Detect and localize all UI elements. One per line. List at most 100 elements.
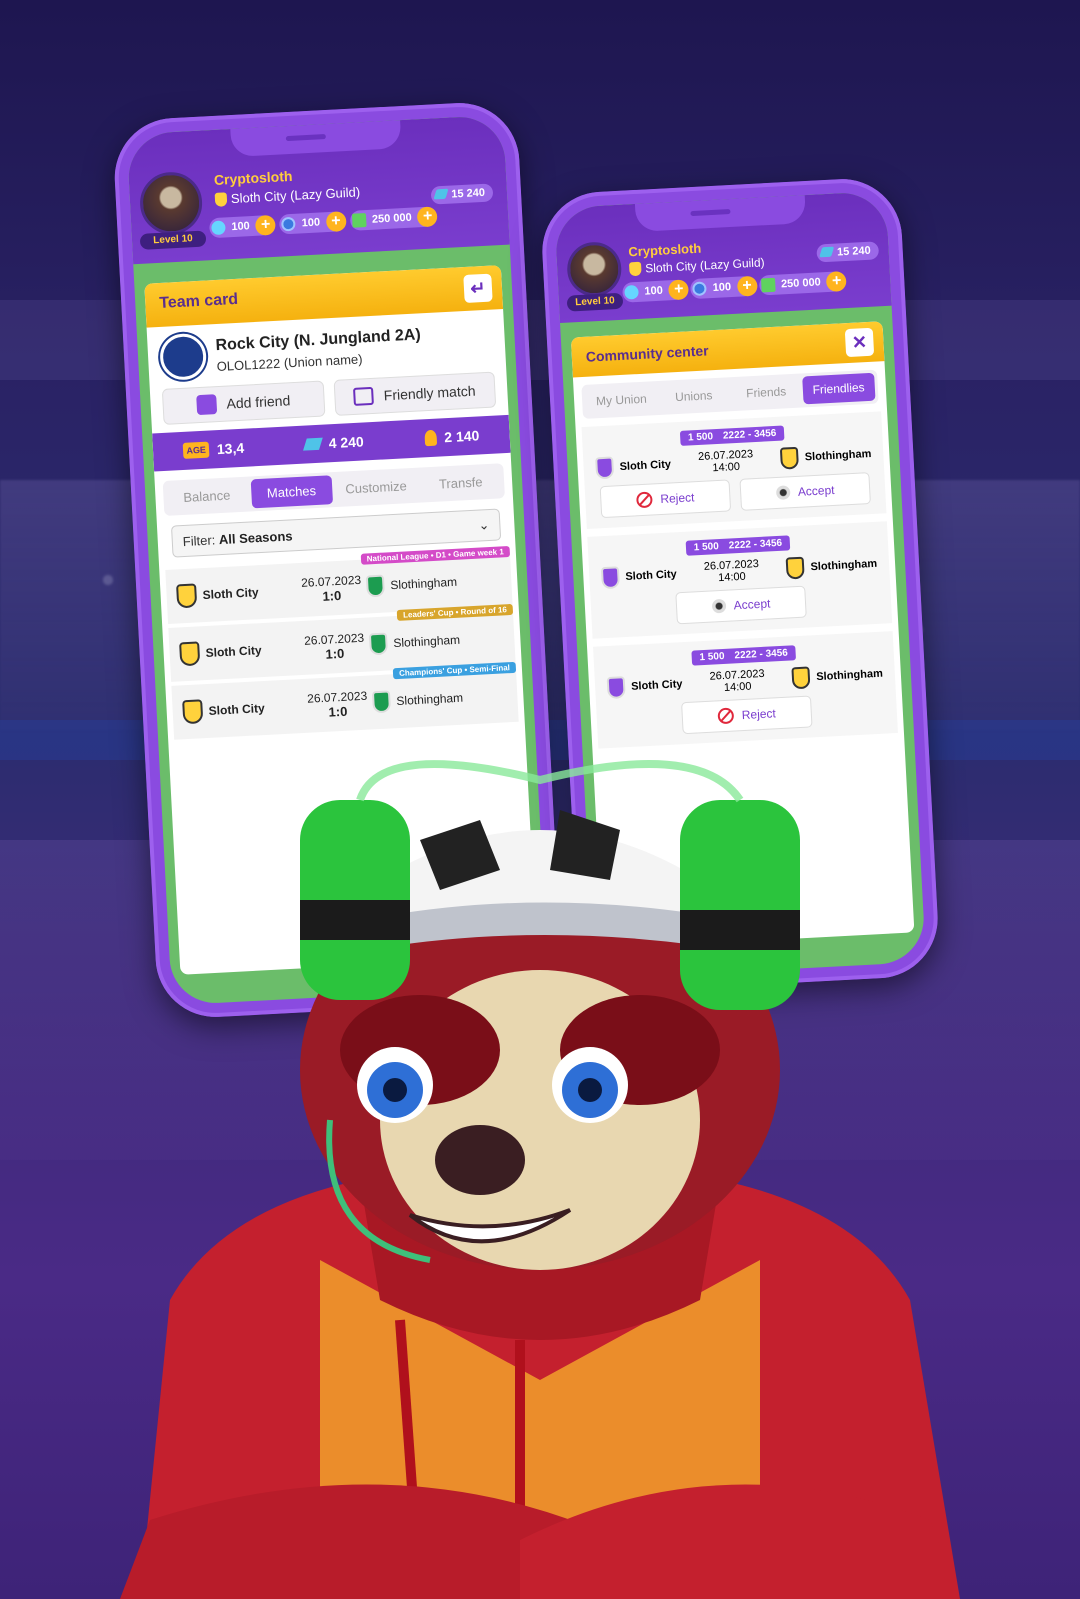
- gems-value: 100: [644, 284, 664, 298]
- home-team: Sloth City: [182, 694, 303, 725]
- competition-tag: National League • D1 • Game week 1: [360, 545, 511, 565]
- home-name: Sloth City: [619, 458, 672, 474]
- rating-range: 2222 - 3456: [728, 537, 783, 552]
- stat-age: AGE 13,4: [183, 440, 245, 459]
- guild-name: Sloth City (Lazy Guild): [214, 184, 361, 207]
- add-friend-label: Add friend: [226, 392, 291, 412]
- coins-value: 100: [712, 281, 732, 295]
- panel-title-bar: Community center ✕: [570, 321, 885, 378]
- team-badge-icon: [786, 556, 806, 580]
- avatar[interactable]: [138, 170, 204, 236]
- tab-friendlies[interactable]: Friendlies: [801, 372, 876, 405]
- tab-friends[interactable]: Friends: [729, 376, 803, 408]
- ticket-icon: [819, 246, 835, 258]
- add-cash-button[interactable]: +: [417, 206, 439, 228]
- sloth-mascot-illustration: [120, 760, 960, 1599]
- guild-label: Sloth City (Lazy Guild): [230, 184, 361, 207]
- tab-transfers[interactable]: Transfe: [420, 466, 502, 499]
- away-name: Slothingham: [815, 667, 884, 684]
- avatar[interactable]: [565, 240, 623, 298]
- friendly-match-label: Friendly match: [383, 382, 476, 404]
- currency-bar: 100 + 100 + 250 000 +: [208, 206, 439, 239]
- team-badge-icon: [780, 446, 800, 470]
- home-team: Sloth City: [179, 636, 300, 667]
- cash-icon: [760, 277, 776, 293]
- add-gems-button[interactable]: +: [668, 279, 690, 301]
- tab-matches[interactable]: Matches: [250, 475, 333, 509]
- cash-value: 250 000: [780, 276, 822, 291]
- away-team: Slothingham: [371, 687, 464, 714]
- home-team: Sloth City: [595, 453, 672, 480]
- boost-value: 15 240: [451, 186, 486, 201]
- friendly-invite: 1 500 2222 - 3456 Sloth City 26.07.2023 14…: [587, 521, 893, 639]
- friendly-match-button[interactable]: Friendly match: [333, 371, 497, 416]
- age-icon: AGE: [183, 441, 210, 459]
- ticket-icon: [302, 437, 323, 451]
- medal-icon: [423, 429, 437, 447]
- back-button[interactable]: ↵: [463, 273, 493, 303]
- away-team: Slothingham: [780, 443, 872, 470]
- tab-customize[interactable]: Customize: [335, 471, 417, 504]
- boost-value: 15 240: [836, 244, 871, 259]
- gem-icon: [211, 220, 226, 236]
- add-friend-icon: [196, 394, 218, 416]
- reject-icon: [635, 491, 653, 509]
- tab-unions[interactable]: Unions: [657, 380, 731, 412]
- away-team: Slothingham: [368, 629, 461, 656]
- add-gems-button[interactable]: +: [255, 214, 277, 236]
- rating-range: 2222 - 3456: [734, 647, 789, 662]
- filter-value: All Seasons: [218, 527, 293, 547]
- home-team: Sloth City: [176, 578, 297, 609]
- match-info: 26.07.2023 1:0: [299, 630, 370, 663]
- filter-label: Filter:: [182, 531, 216, 549]
- guild-label: Sloth City (Lazy Guild): [644, 255, 765, 276]
- coins-counter: 100 +: [690, 275, 758, 300]
- away-team: Slothingham: [791, 663, 884, 690]
- reject-button[interactable]: Reject: [681, 695, 813, 735]
- team-badge-icon: [606, 676, 626, 700]
- away-name: Slothingham: [396, 690, 464, 709]
- cash-value: 250 000: [371, 211, 412, 226]
- reject-button[interactable]: Reject: [599, 479, 732, 519]
- add-cash-button[interactable]: +: [826, 271, 848, 293]
- team-badge-icon: [365, 574, 385, 598]
- add-coins-button[interactable]: +: [736, 275, 758, 297]
- cash-counter: 250 000 +: [349, 206, 439, 231]
- level-badge: Level 10: [566, 292, 624, 312]
- cash-counter: 250 000 +: [758, 271, 848, 296]
- home-name: Sloth City: [202, 585, 259, 603]
- shield-icon: [628, 261, 642, 277]
- rewards-value: 2 140: [443, 427, 480, 446]
- shield-icon: [214, 191, 228, 207]
- gems-counter: 100 +: [622, 279, 690, 303]
- panel-title: Team card: [158, 290, 239, 312]
- level-badge: Level 10: [139, 230, 207, 250]
- away-team: Slothingham: [365, 571, 458, 598]
- match-list: National League • D1 • Game week 1 Sloth…: [159, 545, 525, 748]
- friendly-match-icon: [353, 386, 375, 406]
- team-badge-icon: [600, 566, 621, 590]
- ticket-icon: [433, 188, 449, 200]
- home-team: Sloth City: [606, 673, 683, 700]
- chevron-down-icon: ⌄: [478, 517, 490, 533]
- close-button[interactable]: ✕: [844, 327, 875, 358]
- add-friend-button[interactable]: Add friend: [161, 380, 325, 425]
- add-coins-button[interactable]: +: [325, 211, 347, 233]
- accept-button[interactable]: Accept: [675, 585, 807, 625]
- accept-button[interactable]: Accept: [739, 472, 871, 511]
- team-badge-icon: [182, 699, 204, 725]
- ball-icon: [711, 598, 727, 614]
- coins-value: 100: [301, 216, 321, 230]
- tab-my-union[interactable]: My Union: [584, 384, 658, 416]
- boost-counter: 15 240: [430, 183, 494, 205]
- home-name: Sloth City: [208, 701, 266, 718]
- stake-value: 1 500: [693, 541, 720, 554]
- username: Cryptosloth: [628, 240, 702, 260]
- home-name: Sloth City: [630, 678, 683, 693]
- reject-icon: [717, 707, 735, 725]
- cash-icon: [351, 213, 367, 228]
- friendly-invite: 1 500 2222 - 3456 Sloth City 26.07.2023 14…: [581, 411, 887, 529]
- team-logo: [158, 332, 208, 381]
- tab-balance[interactable]: Balance: [166, 480, 248, 513]
- reject-label: Reject: [741, 706, 777, 723]
